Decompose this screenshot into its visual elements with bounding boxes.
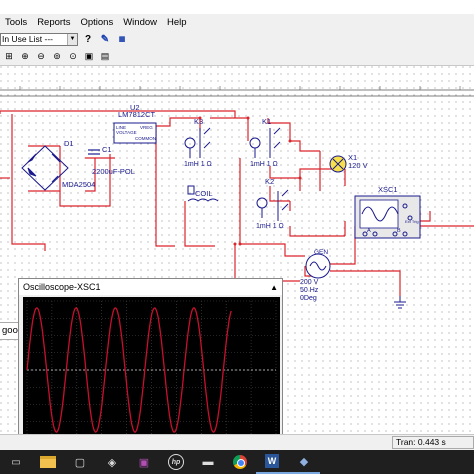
lamp [329,155,347,173]
in-use-list-value: In Use List --- [2,33,54,44]
relay-k2-label: K2 [265,177,274,186]
menu-window[interactable]: Window [118,17,162,28]
chevron-down-icon[interactable]: ▼ [67,33,77,45]
menu-tools[interactable]: Tools [0,17,32,28]
menu-reports[interactable]: Reports [32,17,75,28]
media-icon[interactable]: ▣ [128,450,160,474]
bridge-ref-label: D1 [64,139,74,148]
zoom-out-icon[interactable]: ⊖ [34,50,48,64]
capacitor-value-label: 2200uF-POL [92,167,135,176]
generator-line-2: 50 Hz [300,287,319,294]
scope-terminal-b: B [397,228,401,234]
chrome-icon[interactable] [224,450,256,474]
folder-icon[interactable] [32,450,64,474]
capacitor-ref-label: C1 [102,145,112,154]
relay-k1-inductor-label: 1mH 1 Ω [250,161,278,168]
menu-options[interactable]: Options [75,17,118,28]
mail-icon[interactable]: ▢ [64,450,96,474]
toolbar-view: ⊞ ⊕ ⊖ ⊚ ⊙ ▣ ▤ [0,48,474,66]
scope-ref-label: XSC1 [378,185,398,194]
toolbar-in-use: In Use List --- ▼ ? ✎ ▦ [0,30,474,48]
status-bar: Tran: 0.443 s [0,434,474,450]
zoom-in-icon[interactable]: ⊕ [18,50,32,64]
context-help-icon[interactable]: ✎ [98,32,112,46]
close-icon[interactable]: ▲ [270,283,278,292]
simulation-time: Tran: 0.443 s [392,436,474,449]
generator-line-3: 0Deg [300,295,317,302]
generator-ref-label: GEN [314,249,328,256]
scope-terminal-a: A [367,228,371,234]
hierarchy-icon[interactable]: ▣ [82,50,96,64]
hp-icon[interactable]: hp [160,450,192,474]
regulator-pin-voltage: VOLTAGE [116,130,137,135]
oscilloscope-title-bar[interactable]: Oscilloscope-XSC1 ▲ [19,279,282,295]
function-generator [305,253,331,279]
regulator-pin-common: COMMON [135,136,156,141]
scope-terminal-ext-trig: Ext Trig [405,219,419,224]
zoom-fit-icon[interactable]: ⊙ [66,50,80,64]
status-message-left: good [0,322,23,340]
oscilloscope-trace-plot [26,300,277,440]
oscilloscope-symbol [354,195,421,239]
store-icon[interactable]: ◈ [96,450,128,474]
in-use-list-dropdown[interactable]: In Use List --- ▼ [0,32,78,46]
help-icon[interactable]: ? [81,32,95,46]
oscilloscope-screen [23,297,280,443]
relay-k3-inductor-label: 1mH 1 Ω [184,161,212,168]
word-icon[interactable]: W [256,450,288,474]
lamp-value-label: 120 V [348,161,368,170]
menu-help[interactable]: Help [162,17,192,28]
full-screen-icon[interactable]: ⊞ [2,50,16,64]
spreadsheet-icon[interactable]: ▤ [98,50,112,64]
bridge-model-label: MDA2504 [62,180,95,189]
windows-taskbar: ▭ ▢ ◈ ▣ hp ▬ W ◆ [0,450,474,474]
coil-label: COIL [195,189,213,198]
regulator-pin-vreg: VREG [140,125,153,130]
menu-bar: Tools Reports Options Window Help [0,14,474,30]
zoom-area-icon[interactable]: ⊚ [50,50,64,64]
oscilloscope-window[interactable]: Oscilloscope-XSC1 ▲ [18,278,283,446]
regulator-model-label: LM7812CT [118,110,156,119]
tile-windows-icon[interactable]: ▦ [115,32,129,46]
photos-icon[interactable]: ▬ [192,450,224,474]
task-view-icon[interactable]: ▭ [0,450,32,474]
multisim-icon[interactable]: ◆ [288,450,320,474]
generator-line-1: 200 V [300,279,319,286]
oscilloscope-title: Oscilloscope-XSC1 [23,282,101,292]
relay-k2-inductor-label: 1mH 1 Ω [256,223,284,230]
relay-k1-label: K1 [262,117,271,126]
